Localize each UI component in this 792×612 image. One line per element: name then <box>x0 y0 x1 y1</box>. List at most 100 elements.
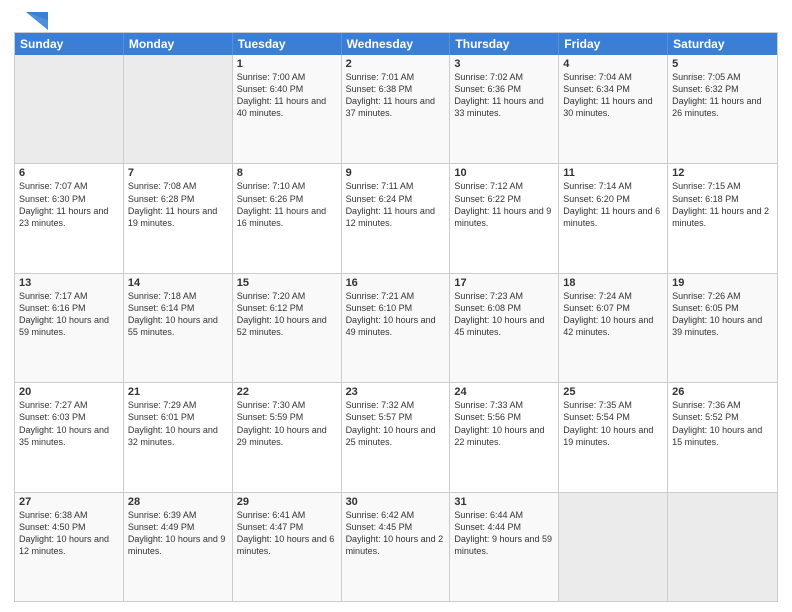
header-day-tuesday: Tuesday <box>233 33 342 55</box>
day-number: 11 <box>563 167 663 179</box>
day-info: Sunrise: 7:21 AMSunset: 6:10 PMDaylight:… <box>346 290 446 339</box>
day-number: 25 <box>563 386 663 398</box>
calendar-day-29: 29Sunrise: 6:41 AMSunset: 4:47 PMDayligh… <box>233 493 342 601</box>
day-info: Sunrise: 7:01 AMSunset: 6:38 PMDaylight:… <box>346 71 446 120</box>
calendar-day-2: 2Sunrise: 7:01 AMSunset: 6:38 PMDaylight… <box>342 55 451 163</box>
day-info: Sunrise: 7:07 AMSunset: 6:30 PMDaylight:… <box>19 180 119 229</box>
day-info: Sunrise: 6:39 AMSunset: 4:49 PMDaylight:… <box>128 509 228 558</box>
calendar-day-13: 13Sunrise: 7:17 AMSunset: 6:16 PMDayligh… <box>15 274 124 382</box>
calendar-day-21: 21Sunrise: 7:29 AMSunset: 6:01 PMDayligh… <box>124 383 233 491</box>
day-number: 3 <box>454 58 554 70</box>
header <box>14 10 778 26</box>
calendar-day-20: 20Sunrise: 7:27 AMSunset: 6:03 PMDayligh… <box>15 383 124 491</box>
header-day-friday: Friday <box>559 33 668 55</box>
calendar-body: 1Sunrise: 7:00 AMSunset: 6:40 PMDaylight… <box>15 55 777 601</box>
day-info: Sunrise: 7:35 AMSunset: 5:54 PMDaylight:… <box>563 399 663 448</box>
day-info: Sunrise: 7:26 AMSunset: 6:05 PMDaylight:… <box>672 290 773 339</box>
calendar-day-17: 17Sunrise: 7:23 AMSunset: 6:08 PMDayligh… <box>450 274 559 382</box>
day-info: Sunrise: 7:00 AMSunset: 6:40 PMDaylight:… <box>237 71 337 120</box>
day-info: Sunrise: 6:44 AMSunset: 4:44 PMDaylight:… <box>454 509 554 558</box>
calendar-day-18: 18Sunrise: 7:24 AMSunset: 6:07 PMDayligh… <box>559 274 668 382</box>
calendar-day-3: 3Sunrise: 7:02 AMSunset: 6:36 PMDaylight… <box>450 55 559 163</box>
day-number: 12 <box>672 167 773 179</box>
calendar-week-2: 6Sunrise: 7:07 AMSunset: 6:30 PMDaylight… <box>15 163 777 272</box>
calendar-day-23: 23Sunrise: 7:32 AMSunset: 5:57 PMDayligh… <box>342 383 451 491</box>
day-info: Sunrise: 7:17 AMSunset: 6:16 PMDaylight:… <box>19 290 119 339</box>
calendar-week-5: 27Sunrise: 6:38 AMSunset: 4:50 PMDayligh… <box>15 492 777 601</box>
calendar-week-3: 13Sunrise: 7:17 AMSunset: 6:16 PMDayligh… <box>15 273 777 382</box>
calendar-empty-cell <box>559 493 668 601</box>
calendar-day-15: 15Sunrise: 7:20 AMSunset: 6:12 PMDayligh… <box>233 274 342 382</box>
day-info: Sunrise: 7:30 AMSunset: 5:59 PMDaylight:… <box>237 399 337 448</box>
calendar-day-6: 6Sunrise: 7:07 AMSunset: 6:30 PMDaylight… <box>15 164 124 272</box>
calendar-day-4: 4Sunrise: 7:04 AMSunset: 6:34 PMDaylight… <box>559 55 668 163</box>
day-info: Sunrise: 7:04 AMSunset: 6:34 PMDaylight:… <box>563 71 663 120</box>
calendar-day-24: 24Sunrise: 7:33 AMSunset: 5:56 PMDayligh… <box>450 383 559 491</box>
calendar-day-8: 8Sunrise: 7:10 AMSunset: 6:26 PMDaylight… <box>233 164 342 272</box>
day-number: 5 <box>672 58 773 70</box>
day-info: Sunrise: 7:05 AMSunset: 6:32 PMDaylight:… <box>672 71 773 120</box>
day-info: Sunrise: 7:29 AMSunset: 6:01 PMDaylight:… <box>128 399 228 448</box>
day-info: Sunrise: 7:36 AMSunset: 5:52 PMDaylight:… <box>672 399 773 448</box>
day-number: 2 <box>346 58 446 70</box>
header-day-wednesday: Wednesday <box>342 33 451 55</box>
day-info: Sunrise: 6:42 AMSunset: 4:45 PMDaylight:… <box>346 509 446 558</box>
day-info: Sunrise: 7:18 AMSunset: 6:14 PMDaylight:… <box>128 290 228 339</box>
day-info: Sunrise: 7:20 AMSunset: 6:12 PMDaylight:… <box>237 290 337 339</box>
day-number: 4 <box>563 58 663 70</box>
day-number: 27 <box>19 496 119 508</box>
header-day-thursday: Thursday <box>450 33 559 55</box>
calendar-week-4: 20Sunrise: 7:27 AMSunset: 6:03 PMDayligh… <box>15 382 777 491</box>
day-number: 20 <box>19 386 119 398</box>
logo <box>14 10 48 26</box>
day-number: 15 <box>237 277 337 289</box>
day-info: Sunrise: 7:10 AMSunset: 6:26 PMDaylight:… <box>237 180 337 229</box>
calendar-day-16: 16Sunrise: 7:21 AMSunset: 6:10 PMDayligh… <box>342 274 451 382</box>
day-number: 17 <box>454 277 554 289</box>
day-number: 26 <box>672 386 773 398</box>
day-number: 16 <box>346 277 446 289</box>
calendar-empty-cell <box>668 493 777 601</box>
day-info: Sunrise: 7:24 AMSunset: 6:07 PMDaylight:… <box>563 290 663 339</box>
page: SundayMondayTuesdayWednesdayThursdayFrid… <box>0 0 792 612</box>
day-number: 13 <box>19 277 119 289</box>
day-info: Sunrise: 7:23 AMSunset: 6:08 PMDaylight:… <box>454 290 554 339</box>
day-info: Sunrise: 7:32 AMSunset: 5:57 PMDaylight:… <box>346 399 446 448</box>
calendar-day-22: 22Sunrise: 7:30 AMSunset: 5:59 PMDayligh… <box>233 383 342 491</box>
day-number: 22 <box>237 386 337 398</box>
day-number: 21 <box>128 386 228 398</box>
day-number: 23 <box>346 386 446 398</box>
calendar-day-12: 12Sunrise: 7:15 AMSunset: 6:18 PMDayligh… <box>668 164 777 272</box>
calendar-day-14: 14Sunrise: 7:18 AMSunset: 6:14 PMDayligh… <box>124 274 233 382</box>
day-info: Sunrise: 7:15 AMSunset: 6:18 PMDaylight:… <box>672 180 773 229</box>
calendar-empty-cell <box>15 55 124 163</box>
calendar-day-10: 10Sunrise: 7:12 AMSunset: 6:22 PMDayligh… <box>450 164 559 272</box>
logo-icon <box>16 10 48 32</box>
day-number: 9 <box>346 167 446 179</box>
day-info: Sunrise: 7:14 AMSunset: 6:20 PMDaylight:… <box>563 180 663 229</box>
day-number: 19 <box>672 277 773 289</box>
day-number: 14 <box>128 277 228 289</box>
calendar-day-11: 11Sunrise: 7:14 AMSunset: 6:20 PMDayligh… <box>559 164 668 272</box>
header-day-sunday: Sunday <box>15 33 124 55</box>
day-number: 10 <box>454 167 554 179</box>
day-number: 7 <box>128 167 228 179</box>
day-info: Sunrise: 7:27 AMSunset: 6:03 PMDaylight:… <box>19 399 119 448</box>
day-number: 1 <box>237 58 337 70</box>
calendar-day-27: 27Sunrise: 6:38 AMSunset: 4:50 PMDayligh… <box>15 493 124 601</box>
calendar-day-19: 19Sunrise: 7:26 AMSunset: 6:05 PMDayligh… <box>668 274 777 382</box>
calendar-day-9: 9Sunrise: 7:11 AMSunset: 6:24 PMDaylight… <box>342 164 451 272</box>
calendar-day-25: 25Sunrise: 7:35 AMSunset: 5:54 PMDayligh… <box>559 383 668 491</box>
day-number: 30 <box>346 496 446 508</box>
day-info: Sunrise: 7:08 AMSunset: 6:28 PMDaylight:… <box>128 180 228 229</box>
calendar: SundayMondayTuesdayWednesdayThursdayFrid… <box>14 32 778 602</box>
day-info: Sunrise: 7:02 AMSunset: 6:36 PMDaylight:… <box>454 71 554 120</box>
day-number: 8 <box>237 167 337 179</box>
day-number: 28 <box>128 496 228 508</box>
calendar-empty-cell <box>124 55 233 163</box>
calendar-day-1: 1Sunrise: 7:00 AMSunset: 6:40 PMDaylight… <box>233 55 342 163</box>
calendar-week-1: 1Sunrise: 7:00 AMSunset: 6:40 PMDaylight… <box>15 55 777 163</box>
day-info: Sunrise: 6:41 AMSunset: 4:47 PMDaylight:… <box>237 509 337 558</box>
day-info: Sunrise: 7:12 AMSunset: 6:22 PMDaylight:… <box>454 180 554 229</box>
calendar-day-7: 7Sunrise: 7:08 AMSunset: 6:28 PMDaylight… <box>124 164 233 272</box>
